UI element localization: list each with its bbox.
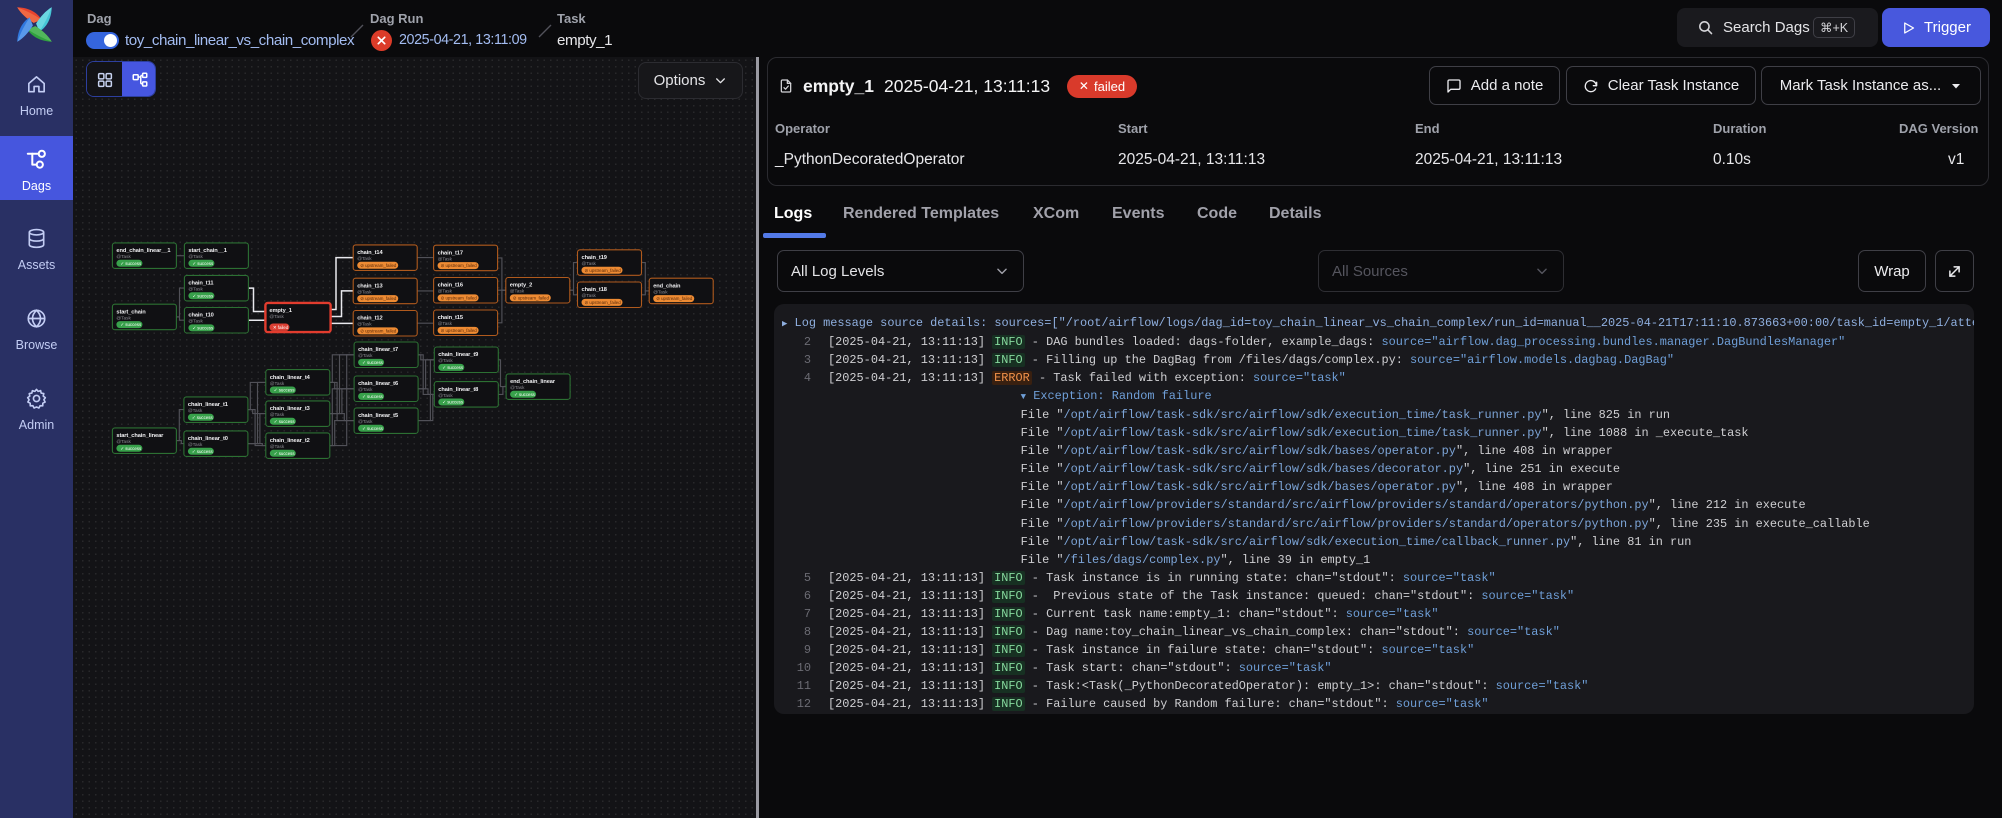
svg-text:@Task: @Task: [438, 321, 453, 326]
svg-text:@Task: @Task: [438, 358, 453, 363]
svg-text:✓ success: ✓ success: [362, 394, 384, 399]
svg-text:✓ success: ✓ success: [274, 419, 296, 424]
svg-text:✓ success: ✓ success: [192, 449, 214, 454]
svg-text:⊘ upstream_failed: ⊘ upstream_failed: [656, 296, 693, 301]
svg-text:@Task: @Task: [358, 353, 373, 358]
svg-text:@Task: @Task: [270, 444, 285, 449]
svg-text:@Task: @Task: [357, 256, 372, 261]
svg-text:@Task: @Task: [438, 289, 453, 294]
svg-text:@Task: @Task: [270, 381, 285, 386]
svg-text:@Task: @Task: [116, 439, 131, 444]
svg-text:✓ success: ✓ success: [274, 451, 296, 456]
svg-text:@Task: @Task: [358, 387, 373, 392]
svg-text:@Task: @Task: [510, 385, 525, 390]
svg-text:⊘ upstream_failed: ⊘ upstream_failed: [360, 296, 397, 301]
svg-text:⊘ upstream_failed: ⊘ upstream_failed: [441, 296, 478, 301]
svg-text:@Task: @Task: [270, 412, 285, 417]
svg-text:@Task: @Task: [269, 314, 284, 319]
svg-text:@Task: @Task: [357, 289, 372, 294]
svg-text:✕ failed: ✕ failed: [273, 325, 289, 330]
svg-text:@Task: @Task: [582, 261, 597, 266]
svg-text:⊘ upstream_failed: ⊘ upstream_failed: [360, 263, 397, 268]
svg-text:✓ success: ✓ success: [192, 261, 214, 266]
svg-text:@Task: @Task: [116, 315, 131, 320]
svg-text:✓ success: ✓ success: [120, 446, 142, 451]
svg-text:✓ success: ✓ success: [442, 365, 464, 370]
svg-text:✓ success: ✓ success: [514, 392, 536, 397]
svg-text:@Task: @Task: [357, 322, 372, 327]
svg-text:✓ success: ✓ success: [192, 415, 214, 420]
svg-text:@Task: @Task: [188, 287, 203, 292]
svg-text:⊘ upstream_failed: ⊘ upstream_failed: [513, 296, 550, 301]
svg-text:@Task: @Task: [438, 393, 453, 398]
svg-text:@Task: @Task: [188, 408, 203, 413]
svg-text:✓ success: ✓ success: [192, 293, 214, 298]
svg-text:⊘ upstream_failed: ⊘ upstream_failed: [585, 300, 622, 305]
svg-text:@Task: @Task: [438, 256, 453, 261]
svg-text:✓ success: ✓ success: [362, 426, 384, 431]
svg-text:✓ success: ✓ success: [274, 388, 296, 393]
svg-text:✓ success: ✓ success: [362, 360, 384, 365]
svg-text:✓ success: ✓ success: [192, 326, 214, 331]
svg-text:@Task: @Task: [358, 419, 373, 424]
svg-text:⊘ upstream_failed: ⊘ upstream_failed: [360, 329, 397, 334]
svg-text:⊘ upstream_failed: ⊘ upstream_failed: [585, 268, 622, 273]
svg-text:@Task: @Task: [653, 289, 668, 294]
svg-text:✓ success: ✓ success: [120, 261, 142, 266]
svg-text:✓ success: ✓ success: [120, 322, 142, 327]
svg-text:⊘ upstream_failed: ⊘ upstream_failed: [441, 328, 478, 333]
svg-text:@Task: @Task: [188, 254, 203, 259]
svg-text:@Task: @Task: [116, 254, 131, 259]
svg-text:✓ success: ✓ success: [442, 400, 464, 405]
svg-text:@Task: @Task: [188, 442, 203, 447]
svg-text:@Task: @Task: [188, 319, 203, 324]
svg-text:@Task: @Task: [510, 289, 525, 294]
svg-text:⊘ upstream_failed: ⊘ upstream_failed: [441, 263, 478, 268]
svg-text:@Task: @Task: [582, 293, 597, 298]
